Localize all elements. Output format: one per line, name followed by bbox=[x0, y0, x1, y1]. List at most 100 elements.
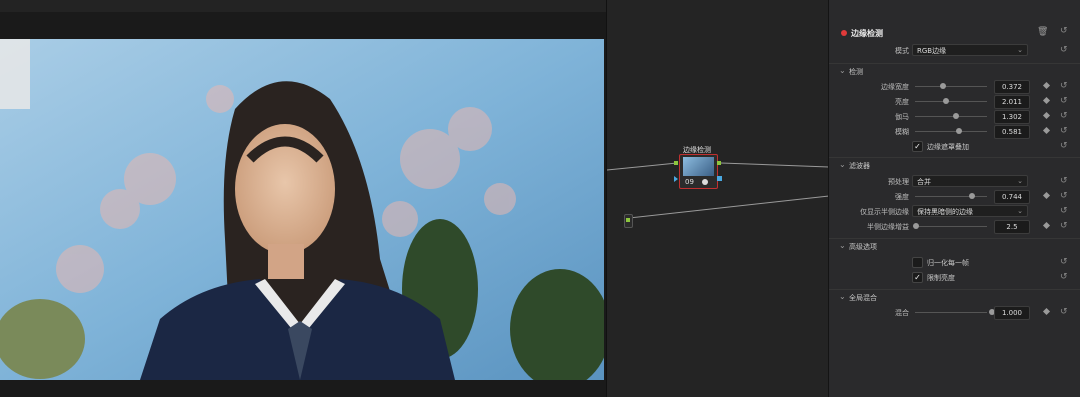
reset-icon[interactable]: ↺ bbox=[1060, 140, 1068, 152]
effect-title: 边缘检测 bbox=[851, 29, 883, 38]
normalize-row: 归一化每一帧 ↺ bbox=[829, 256, 1080, 270]
keyframe-icon[interactable] bbox=[1042, 111, 1051, 120]
node-thumbnail bbox=[683, 157, 714, 176]
node-editor[interactable]: 边缘检测 09 bbox=[606, 0, 829, 397]
blur-slider[interactable] bbox=[915, 131, 987, 132]
node-box[interactable]: 09 bbox=[679, 154, 718, 189]
keyframe-icon[interactable] bbox=[1042, 191, 1051, 200]
half-side-label: 仅显示半侧边缘 bbox=[860, 208, 909, 216]
brightness-row: 亮度 2.011 ↺ bbox=[829, 95, 1080, 109]
strength-value[interactable]: 0.744 bbox=[994, 190, 1030, 204]
mode-row: 模式 RGB边缘 ⌄ ↺ bbox=[829, 44, 1080, 58]
edge-width-row: 边缘宽度 0.372 ↺ bbox=[829, 80, 1080, 94]
reset-icon[interactable]: ↺ bbox=[1060, 256, 1068, 268]
section-title: 滤波器 bbox=[849, 162, 870, 170]
preprocess-row: 预处理 合并 ⌄ ↺ bbox=[829, 175, 1080, 189]
reset-icon[interactable]: ↺ bbox=[1060, 271, 1068, 283]
portrait-image bbox=[0, 39, 604, 380]
strength-slider[interactable] bbox=[915, 196, 987, 197]
half-side-value: 保持黑暗侧的边缘 bbox=[917, 208, 973, 216]
blur-label: 模糊 bbox=[895, 128, 909, 136]
node-connections bbox=[607, 162, 829, 219]
keyframe-icon[interactable] bbox=[1042, 126, 1051, 135]
node-output-rgb[interactable] bbox=[717, 161, 721, 165]
strength-label: 强度 bbox=[895, 193, 909, 201]
blur-value[interactable]: 0.581 bbox=[994, 125, 1030, 139]
limit-row: ✓ 限制亮度 ↺ bbox=[829, 271, 1080, 285]
limit-checkbox[interactable]: ✓ bbox=[912, 272, 923, 283]
input-node[interactable] bbox=[624, 214, 633, 228]
brightness-label: 亮度 bbox=[895, 98, 909, 106]
mix-slider[interactable] bbox=[915, 312, 987, 313]
half-gain-slider[interactable] bbox=[915, 226, 987, 227]
reset-icon[interactable]: ↺ bbox=[1060, 95, 1068, 107]
limit-label: 限制亮度 bbox=[927, 274, 955, 282]
gamma-knob[interactable] bbox=[953, 113, 959, 119]
section-title: 检测 bbox=[849, 68, 863, 76]
blur-knob[interactable] bbox=[956, 128, 962, 134]
keyframe-icon[interactable] bbox=[1042, 96, 1051, 105]
section-advanced[interactable]: ⌄ 高级选项 bbox=[829, 238, 1080, 253]
reset-icon[interactable]: ↺ bbox=[1060, 190, 1068, 202]
half-gain-row: 半侧边缘增益 2.5 ↺ bbox=[829, 220, 1080, 234]
reset-icon[interactable]: ↺ bbox=[1060, 306, 1068, 318]
reset-icon[interactable]: ↺ bbox=[1060, 80, 1068, 92]
effect-header: 边缘检测 🗑 ↺ bbox=[829, 26, 1080, 40]
overlay-checkbox[interactable]: ✓ bbox=[912, 141, 923, 152]
half-gain-knob[interactable] bbox=[913, 223, 919, 229]
input-node-dot bbox=[626, 218, 630, 222]
mode-dropdown[interactable]: RGB边缘 ⌄ bbox=[912, 44, 1028, 56]
brightness-slider[interactable] bbox=[915, 101, 987, 102]
reset-icon[interactable]: ↺ bbox=[1060, 125, 1068, 137]
edge-width-label: 边缘宽度 bbox=[881, 83, 909, 91]
mix-value[interactable]: 1.000 bbox=[994, 306, 1030, 320]
strength-knob[interactable] bbox=[969, 193, 975, 199]
chevron-down-icon: ⌄ bbox=[839, 241, 846, 250]
half-gain-label: 半侧边缘增益 bbox=[867, 223, 909, 231]
viewer-image[interactable] bbox=[0, 39, 604, 380]
gamma-label: 伽马 bbox=[895, 113, 909, 121]
section-title: 高级选项 bbox=[849, 243, 877, 251]
reset-icon[interactable]: ↺ bbox=[1060, 175, 1068, 187]
preprocess-label: 预处理 bbox=[888, 178, 909, 186]
effect-enable-dot[interactable] bbox=[841, 30, 847, 36]
brightness-knob[interactable] bbox=[943, 98, 949, 104]
mode-value: RGB边缘 bbox=[917, 47, 947, 55]
blur-row: 模糊 0.581 ↺ bbox=[829, 125, 1080, 139]
keyframe-icon[interactable] bbox=[1042, 81, 1051, 90]
section-filter[interactable]: ⌄ 滤波器 bbox=[829, 157, 1080, 172]
gamma-row: 伽马 1.302 ↺ bbox=[829, 110, 1080, 124]
edge-width-knob[interactable] bbox=[940, 83, 946, 89]
half-gain-value[interactable]: 2.5 bbox=[994, 220, 1030, 234]
normalize-checkbox[interactable] bbox=[912, 257, 923, 268]
viewer-panel bbox=[0, 0, 606, 397]
half-side-row: 仅显示半侧边缘 保持黑暗侧的边缘 ⌄ ↺ bbox=[829, 205, 1080, 219]
gamma-slider[interactable] bbox=[915, 116, 987, 117]
reset-icon[interactable]: ↺ bbox=[1060, 220, 1068, 232]
section-global-blend[interactable]: ⌄ 全局混合 bbox=[829, 289, 1080, 304]
keyframe-icon[interactable] bbox=[1042, 221, 1051, 230]
reset-icon[interactable]: ↺ bbox=[1060, 26, 1068, 36]
preprocess-dropdown[interactable]: 合并 ⌄ bbox=[912, 175, 1028, 187]
node-input-key[interactable] bbox=[674, 176, 678, 182]
brightness-value[interactable]: 2.011 bbox=[994, 95, 1030, 109]
node-output-key[interactable] bbox=[717, 176, 722, 181]
chevron-down-icon: ⌄ bbox=[839, 66, 846, 75]
reset-icon[interactable]: ↺ bbox=[1060, 205, 1068, 217]
keyframe-icon[interactable] bbox=[1042, 307, 1051, 316]
edge-width-slider[interactable] bbox=[915, 86, 987, 87]
edge-width-value[interactable]: 0.372 bbox=[994, 80, 1030, 94]
overlay-label: 边缘遮罩叠加 bbox=[927, 143, 969, 151]
trash-icon[interactable]: 🗑 bbox=[1037, 27, 1048, 37]
gamma-value[interactable]: 1.302 bbox=[994, 110, 1030, 124]
overlay-row: ✓ 边缘遮罩叠加 ↺ bbox=[829, 140, 1080, 154]
node-input-rgb[interactable] bbox=[674, 161, 678, 165]
node-effect-icon bbox=[702, 179, 708, 185]
half-side-dropdown[interactable]: 保持黑暗侧的边缘 ⌄ bbox=[912, 205, 1028, 217]
mode-label: 模式 bbox=[895, 47, 909, 55]
section-detect[interactable]: ⌄ 检测 bbox=[829, 63, 1080, 78]
reset-icon[interactable]: ↺ bbox=[1060, 110, 1068, 122]
strength-row: 强度 0.744 ↺ bbox=[829, 190, 1080, 204]
reset-icon[interactable]: ↺ bbox=[1060, 44, 1068, 56]
chevron-down-icon: ⌄ bbox=[1017, 177, 1023, 185]
